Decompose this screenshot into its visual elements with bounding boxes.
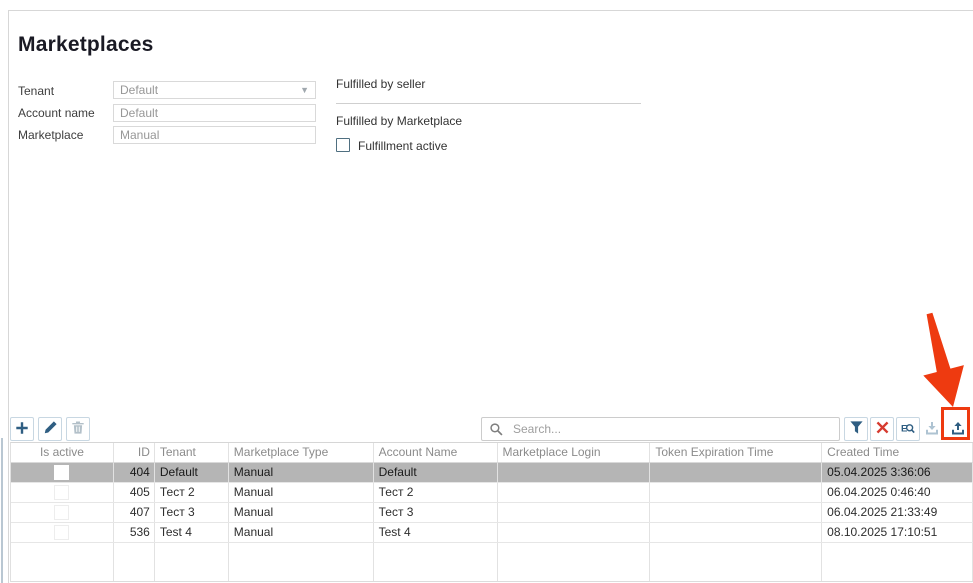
column-header-tenant[interactable]: Tenant	[155, 443, 229, 462]
cell-type: Manual	[229, 483, 374, 502]
add-button[interactable]	[10, 417, 34, 441]
cell-id: 536	[114, 523, 155, 542]
search-input[interactable]	[511, 421, 832, 437]
cell-tenant: Тест 2	[155, 483, 229, 502]
cell-login	[498, 463, 651, 482]
table-row[interactable]: 404DefaultManualDefault05.04.2025 3:36:0…	[11, 463, 973, 483]
download-tray-icon	[924, 420, 940, 439]
tenant-label: Tenant	[18, 84, 54, 98]
empty-cell	[229, 543, 374, 581]
empty-cell	[11, 543, 114, 581]
empty-cell	[374, 543, 498, 581]
is-active-checkbox[interactable]	[54, 525, 69, 540]
column-search-button[interactable]: E	[896, 417, 920, 441]
cell-account: Default	[374, 463, 498, 482]
column-header-type[interactable]: Marketplace Type	[229, 443, 374, 462]
plus-icon	[14, 420, 30, 439]
cell-login	[498, 483, 651, 502]
marketplace-label: Marketplace	[18, 128, 83, 142]
upload-tray-icon	[950, 420, 966, 439]
account-name-input[interactable]	[113, 104, 316, 122]
column-header-created[interactable]: Created Time	[822, 443, 973, 462]
table-row[interactable]: 405Тест 2ManualТест 206.04.2025 0:46:40	[11, 483, 973, 503]
panel-left-border	[8, 10, 9, 583]
tenant-select[interactable]: Default ▼	[113, 81, 316, 99]
cell-active	[11, 463, 114, 482]
cell-account: Тест 2	[374, 483, 498, 502]
column-header-account[interactable]: Account Name	[374, 443, 498, 462]
marketplace-input[interactable]	[113, 126, 316, 144]
page-title: Marketplaces	[18, 33, 153, 57]
chevron-down-icon: ▼	[300, 85, 309, 95]
panel-top-border	[8, 10, 973, 11]
cell-created: 06.04.2025 0:46:40	[822, 483, 973, 502]
filter-funnel-icon	[849, 420, 864, 438]
cell-id: 404	[114, 463, 155, 482]
cell-account: Тест 3	[374, 503, 498, 522]
search-icon	[489, 422, 504, 437]
account-name-label: Account name	[18, 106, 95, 120]
trash-icon	[71, 420, 85, 438]
grid-empty-area	[11, 543, 973, 581]
empty-cell	[114, 543, 155, 581]
fulfillment-active-label: Fulfillment active	[358, 139, 447, 153]
cell-created: 08.10.2025 17:10:51	[822, 523, 973, 542]
tenant-select-value: Default	[120, 83, 296, 97]
eq-search-icon: E	[900, 420, 916, 439]
grid-header-row: Is activeIDTenantMarketplace TypeAccount…	[11, 443, 973, 463]
empty-cell	[822, 543, 973, 581]
column-header-id[interactable]: ID	[114, 443, 155, 462]
grid-body: 404DefaultManualDefault05.04.2025 3:36:0…	[11, 463, 973, 581]
cell-token	[650, 483, 822, 502]
table-row[interactable]: 536Test 4ManualTest 408.10.2025 17:10:51	[11, 523, 973, 543]
cell-active	[11, 503, 114, 522]
column-header-token[interactable]: Token Expiration Time	[650, 443, 822, 462]
table-row[interactable]: 407Тест 3ManualТест 306.04.2025 21:33:49	[11, 503, 973, 523]
download-button[interactable]	[920, 417, 944, 441]
red-x-icon	[875, 420, 890, 438]
cell-tenant: Тест 3	[155, 503, 229, 522]
grid: Is activeIDTenantMarketplace TypeAccount…	[10, 442, 973, 582]
filter-button[interactable]	[844, 417, 868, 441]
cell-tenant: Test 4	[155, 523, 229, 542]
cell-login	[498, 503, 651, 522]
cell-active	[11, 483, 114, 502]
cell-active	[11, 523, 114, 542]
fulfilled-by-seller-label: Fulfilled by seller	[336, 77, 425, 91]
pencil-icon	[43, 420, 58, 438]
cell-type: Manual	[229, 463, 374, 482]
is-active-checkbox[interactable]	[54, 465, 69, 480]
cell-created: 06.04.2025 21:33:49	[822, 503, 973, 522]
search-box	[481, 417, 840, 441]
cell-account: Test 4	[374, 523, 498, 542]
column-header-active[interactable]: Is active	[11, 443, 114, 462]
fulfilled-by-marketplace-label: Fulfilled by Marketplace	[336, 114, 462, 128]
is-active-checkbox[interactable]	[54, 485, 69, 500]
cell-login	[498, 523, 651, 542]
section-divider	[336, 103, 641, 104]
clear-filter-button[interactable]	[870, 417, 894, 441]
empty-cell	[498, 543, 651, 581]
cell-created: 05.04.2025 3:36:06	[822, 463, 973, 482]
column-header-login[interactable]: Marketplace Login	[498, 443, 651, 462]
delete-button[interactable]	[66, 417, 90, 441]
cell-id: 407	[114, 503, 155, 522]
cell-token	[650, 503, 822, 522]
cell-tenant: Default	[155, 463, 229, 482]
grid-left-edge	[1, 438, 3, 583]
upload-button[interactable]	[946, 417, 970, 441]
edit-button[interactable]	[38, 417, 62, 441]
cell-type: Manual	[229, 523, 374, 542]
cell-id: 405	[114, 483, 155, 502]
cell-type: Manual	[229, 503, 374, 522]
empty-cell	[155, 543, 229, 581]
cell-token	[650, 523, 822, 542]
is-active-checkbox[interactable]	[54, 505, 69, 520]
fulfillment-active-checkbox[interactable]	[336, 138, 350, 152]
cell-token	[650, 463, 822, 482]
empty-cell	[650, 543, 822, 581]
